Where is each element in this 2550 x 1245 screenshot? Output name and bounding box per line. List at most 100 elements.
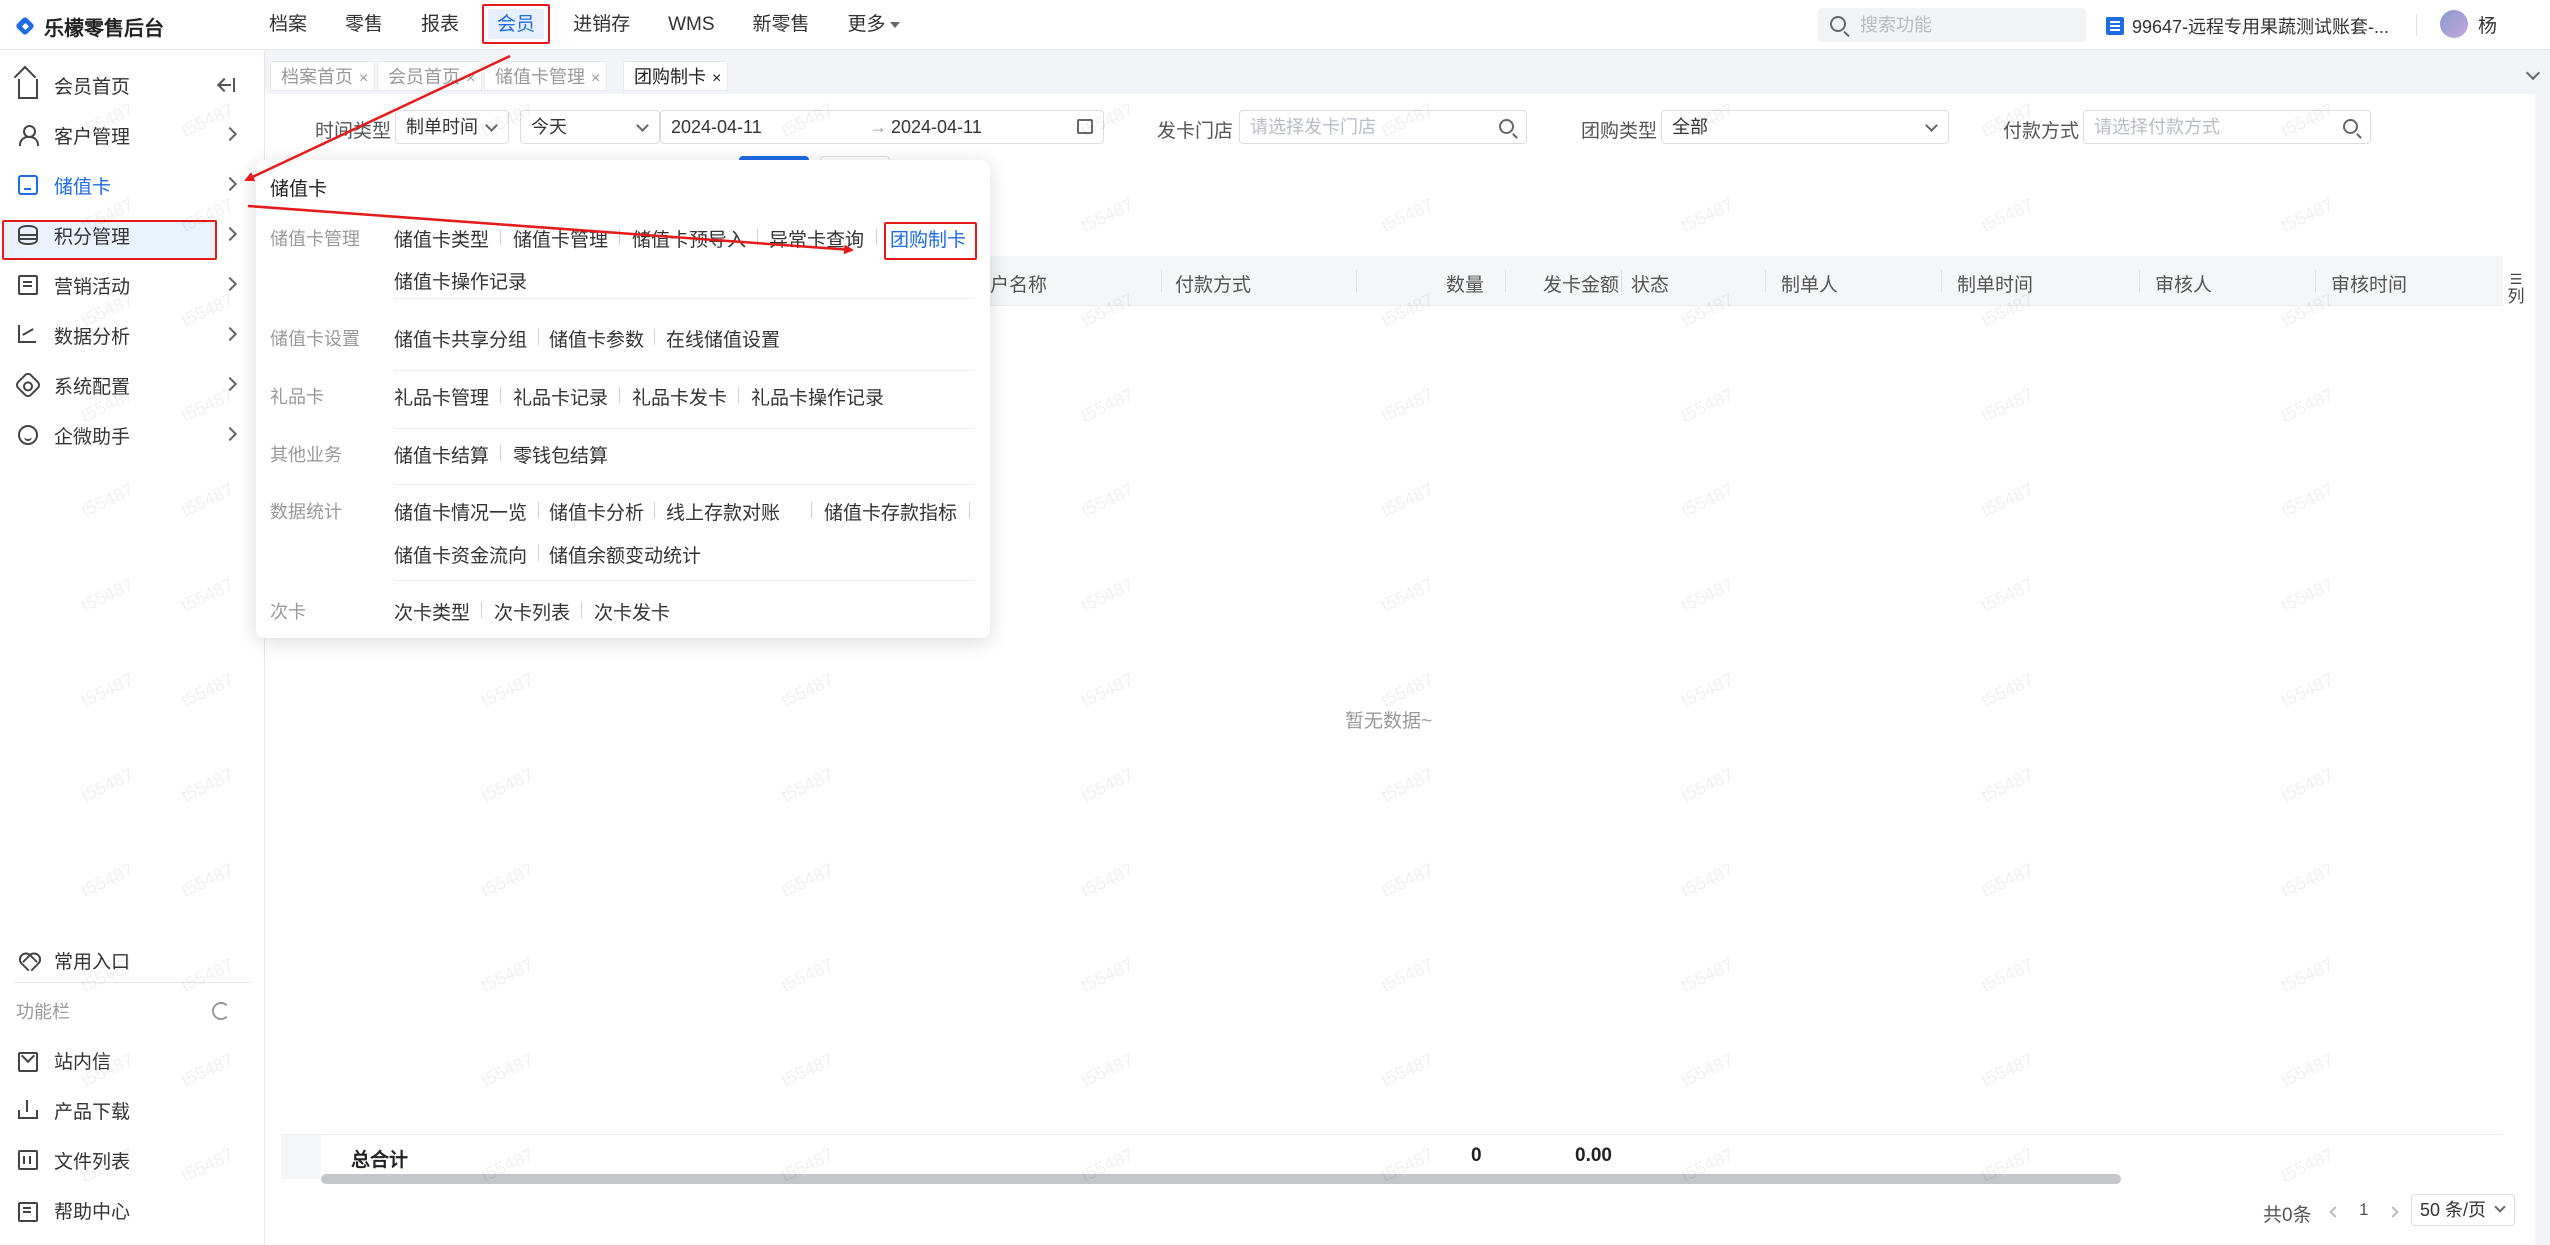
menu-item-abnormal-card-query[interactable]: 异常卡查询 [769, 225, 864, 252]
menu-item-card-type[interactable]: 储值卡类型 [394, 225, 489, 252]
column-separator [2139, 270, 2140, 292]
link-separator [757, 229, 758, 245]
flyout-divider [394, 428, 974, 429]
menu-item-online-stored-value-settings[interactable]: 在线储值设置 [666, 325, 780, 352]
nav-inventory[interactable]: 进销存 [554, 0, 649, 50]
sidebar-item-product-download[interactable]: 产品下载 [0, 1085, 265, 1135]
chevron-down-icon [2494, 1201, 2506, 1213]
nav-report[interactable]: 报表 [402, 0, 478, 50]
sidebar-item-label: 储值卡 [54, 176, 112, 198]
nav-inventory-label: 进销存 [573, 14, 631, 35]
menu-item-card-deposit-indicators[interactable]: 储值卡存款指标 [824, 498, 957, 525]
close-icon[interactable]: × [712, 70, 721, 87]
app-logo[interactable]: 乐檬零售后台 [16, 12, 164, 41]
tab-card-management[interactable]: 储值卡管理 × [484, 61, 608, 91]
sidebar-item-favorites[interactable]: 常用入口 [0, 935, 265, 985]
top-nav: 档案 零售 报表 会员 进销存 WMS 新零售 更多 [250, 0, 919, 50]
date-start[interactable]: 2024-04-11 [671, 117, 762, 137]
pagination-page[interactable]: 1 [2359, 1200, 2368, 1220]
menu-item-gift-card-records[interactable]: 礼品卡记录 [513, 383, 608, 410]
page-size-select[interactable]: 50 条/页 [2411, 1194, 2515, 1226]
date-end[interactable]: 2024-04-11 [891, 111, 982, 143]
horizontal-scrollbar[interactable] [321, 1174, 2121, 1184]
nav-more[interactable]: 更多 [829, 0, 919, 50]
menu-item-card-fund-flow[interactable]: 储值卡资金流向 [394, 541, 527, 568]
top-bar: 乐檬零售后台 档案 零售 报表 会员 进销存 WMS 新零售 更多 搜索功能 9… [0, 0, 2550, 50]
close-icon[interactable]: × [466, 70, 475, 87]
flyout-category: 储值卡设置 [270, 329, 360, 349]
group-card-annotation-box [884, 222, 977, 260]
chevron-down-icon[interactable] [2525, 65, 2541, 81]
nav-member[interactable]: 会员 [478, 0, 554, 50]
menu-item-card-management[interactable]: 储值卡管理 [513, 225, 608, 252]
sidebar-item-file-list[interactable]: 文件列表 [0, 1135, 265, 1185]
collapse-sidebar-icon[interactable] [219, 78, 235, 92]
user-menu[interactable]: 杨 [2440, 10, 2497, 38]
page-size-value: 50 条/页 [2420, 1200, 2487, 1220]
group-type-select[interactable]: 全部 [1661, 110, 1949, 144]
chevron-left-icon[interactable] [2329, 1206, 2341, 1218]
link-separator [654, 329, 655, 345]
heart-icon [18, 950, 38, 970]
total-row-lead-cell [281, 1135, 321, 1179]
nav-retail-label: 零售 [345, 14, 384, 35]
menu-item-card-settlement[interactable]: 储值卡结算 [394, 441, 489, 468]
flyout-divider [394, 484, 974, 485]
menu-item-wallet-settlement[interactable]: 零钱包结算 [513, 441, 608, 468]
sidebar-item-system-config[interactable]: 系统配置 [0, 360, 265, 410]
menu-item-count-card-type[interactable]: 次卡类型 [394, 598, 470, 625]
tab-group-card[interactable]: 团购制卡 × [623, 61, 729, 91]
column-quantity: 数量 [1446, 275, 1485, 296]
total-quantity: 0 [1471, 1145, 1482, 1166]
time-type-select[interactable]: 制单时间 [395, 110, 509, 144]
chevron-right-icon[interactable] [2387, 1206, 2399, 1218]
tab-member-home[interactable]: 会员首页 × [377, 61, 483, 91]
sidebar-item-stored-value-card[interactable]: 储值卡 [0, 160, 265, 210]
menu-item-card-overview[interactable]: 储值卡情况一览 [394, 498, 527, 525]
sidebar-item-points[interactable]: 积分管理 [0, 210, 265, 260]
issuing-store-input[interactable]: 请选择发卡门店 [1239, 110, 1527, 144]
sidebar-item-inbox[interactable]: 站内信 [0, 1035, 265, 1085]
menu-item-gift-card-issue[interactable]: 礼品卡发卡 [632, 383, 727, 410]
close-icon[interactable]: × [591, 70, 600, 87]
sidebar-item-wecom-assistant[interactable]: 企微助手 [0, 410, 265, 460]
menu-item-count-card-issue[interactable]: 次卡发卡 [594, 598, 670, 625]
nav-archive[interactable]: 档案 [250, 0, 326, 50]
sidebar-item-help-center[interactable]: 帮助中心 [0, 1185, 265, 1235]
menu-item-card-params[interactable]: 储值卡参数 [549, 325, 644, 352]
nav-wms-label: WMS [668, 14, 715, 35]
sidebar-item-member-home[interactable]: 会员首页 [0, 60, 265, 110]
nav-retail[interactable]: 零售 [326, 0, 402, 50]
menu-item-card-operation-log[interactable]: 储值卡操作记录 [394, 267, 527, 294]
chevron-down-icon [485, 119, 498, 132]
tab-label: 储值卡管理 [495, 67, 585, 87]
menu-item-count-card-list[interactable]: 次卡列表 [494, 598, 570, 625]
tab-archive-home[interactable]: 档案首页 × [270, 61, 376, 91]
menu-item-online-deposit-reconciliation[interactable]: 线上存款对账 [666, 498, 780, 525]
nav-wms[interactable]: WMS [649, 0, 733, 50]
menu-item-card-analysis[interactable]: 储值卡分析 [549, 498, 644, 525]
column-separator [1505, 270, 1506, 292]
close-icon[interactable]: × [359, 70, 368, 87]
sidebar-item-customer[interactable]: 客户管理 [0, 110, 265, 160]
function-search-input[interactable]: 搜索功能 [1818, 8, 2086, 42]
store-selector[interactable]: 99647-远程专用果蔬测试账套-... [2106, 13, 2389, 39]
menu-item-card-share-group[interactable]: 储值卡共享分组 [394, 325, 527, 352]
sidebar-item-marketing[interactable]: 营销活动 [0, 260, 265, 310]
period-select[interactable]: 今天 [520, 110, 660, 144]
nav-new-retail[interactable]: 新零售 [734, 0, 829, 50]
headset-icon[interactable] [212, 1002, 230, 1020]
link-separator [738, 387, 739, 403]
column-settings-button[interactable]: ☰ 列 [2497, 270, 2535, 308]
flyout-divider [394, 370, 974, 371]
sidebar-item-data-analysis[interactable]: 数据分析 [0, 310, 265, 360]
menu-item-gift-card-operation-log[interactable]: 礼品卡操作记录 [751, 383, 884, 410]
date-range-picker[interactable]: 2024-04-11 → 2024-04-11 [660, 110, 1104, 144]
menu-item-balance-change-stats[interactable]: 储值余额变动统计 [549, 541, 701, 568]
payment-method-input[interactable]: 请选择付款方式 [2083, 110, 2371, 144]
menu-item-gift-card-management[interactable]: 礼品卡管理 [394, 383, 489, 410]
link-separator [500, 445, 501, 461]
issuing-store-placeholder: 请选择发卡门店 [1250, 117, 1376, 137]
time-type-label: 时间类型 [315, 121, 392, 142]
menu-item-card-preimport[interactable]: 储值卡预导入 [632, 225, 746, 252]
